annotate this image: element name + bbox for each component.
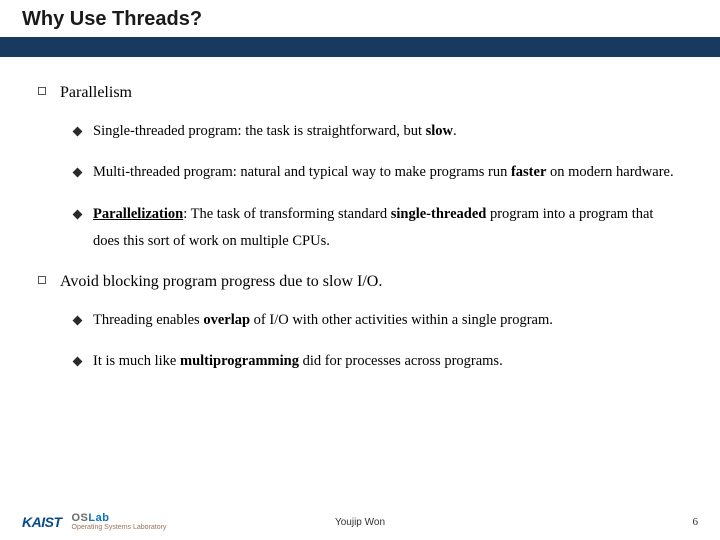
heading-text: Parallelism bbox=[60, 81, 132, 106]
text-run: Multi-threaded program: natural and typi… bbox=[93, 164, 511, 180]
slide: Why Use Threads? Parallelism Single-thre… bbox=[0, 0, 720, 540]
text-run: It is much like bbox=[93, 353, 180, 369]
heading-text: Avoid blocking program progress due to s… bbox=[60, 270, 382, 295]
oslab-logo: OSLab Operating Systems Laboratory bbox=[72, 513, 167, 531]
text-bold: multiprogramming bbox=[180, 353, 299, 369]
text-bold-underline: Parallelization bbox=[93, 206, 183, 222]
lab-fullname: Operating Systems Laboratory bbox=[72, 524, 167, 531]
item-text: Parallelization: The task of transformin… bbox=[93, 201, 682, 256]
section-avoid-blocking: Avoid blocking program progress due to s… bbox=[38, 270, 682, 376]
diamond-bullet-icon bbox=[73, 357, 83, 367]
lab-lab: Lab bbox=[88, 512, 109, 524]
text-bold: overlap bbox=[203, 312, 250, 328]
section-parallelism: Parallelism Single-threaded program: the… bbox=[38, 81, 682, 256]
kaist-logo: KAIST bbox=[22, 514, 62, 530]
page-number: 6 bbox=[693, 516, 699, 528]
diamond-bullet-icon bbox=[73, 209, 83, 219]
square-bullet-icon bbox=[38, 87, 46, 95]
item-text: It is much like multiprogramming did for… bbox=[93, 348, 682, 376]
footer-left: KAIST OSLab Operating Systems Laboratory bbox=[22, 513, 166, 531]
list-item: Multi-threaded program: natural and typi… bbox=[38, 159, 682, 187]
text-run: Threading enables bbox=[93, 312, 203, 328]
text-run: on modern hardware. bbox=[546, 164, 673, 180]
square-bullet-icon bbox=[38, 276, 46, 284]
section-heading: Avoid blocking program progress due to s… bbox=[38, 270, 682, 295]
text-bold: single-threaded bbox=[391, 206, 487, 222]
text-run: Single-threaded program: the task is str… bbox=[93, 123, 426, 139]
slide-content: Parallelism Single-threaded program: the… bbox=[0, 57, 720, 540]
text-run: . bbox=[453, 123, 457, 139]
diamond-bullet-icon bbox=[73, 315, 83, 325]
title-band bbox=[0, 37, 720, 57]
diamond-bullet-icon bbox=[73, 126, 83, 136]
diamond-bullet-icon bbox=[73, 168, 83, 178]
lab-os: OS bbox=[72, 512, 89, 524]
text-run: of I/O with other activities within a si… bbox=[250, 312, 553, 328]
slide-footer: KAIST OSLab Operating Systems Laboratory… bbox=[0, 504, 720, 540]
list-item: Threading enables overlap of I/O with ot… bbox=[38, 307, 682, 335]
text-bold: slow bbox=[426, 123, 453, 139]
slide-title: Why Use Threads? bbox=[0, 0, 720, 37]
item-text: Single-threaded program: the task is str… bbox=[93, 118, 682, 146]
text-run: : The task of transforming standard bbox=[183, 206, 391, 222]
footer-author: Youjip Won bbox=[335, 517, 385, 528]
item-text: Multi-threaded program: natural and typi… bbox=[93, 159, 682, 187]
list-item: It is much like multiprogramming did for… bbox=[38, 348, 682, 376]
text-run: did for processes across programs. bbox=[299, 353, 503, 369]
list-item: Single-threaded program: the task is str… bbox=[38, 118, 682, 146]
text-bold: faster bbox=[511, 164, 546, 180]
section-heading: Parallelism bbox=[38, 81, 682, 106]
item-text: Threading enables overlap of I/O with ot… bbox=[93, 307, 682, 335]
list-item: Parallelization: The task of transformin… bbox=[38, 201, 682, 256]
